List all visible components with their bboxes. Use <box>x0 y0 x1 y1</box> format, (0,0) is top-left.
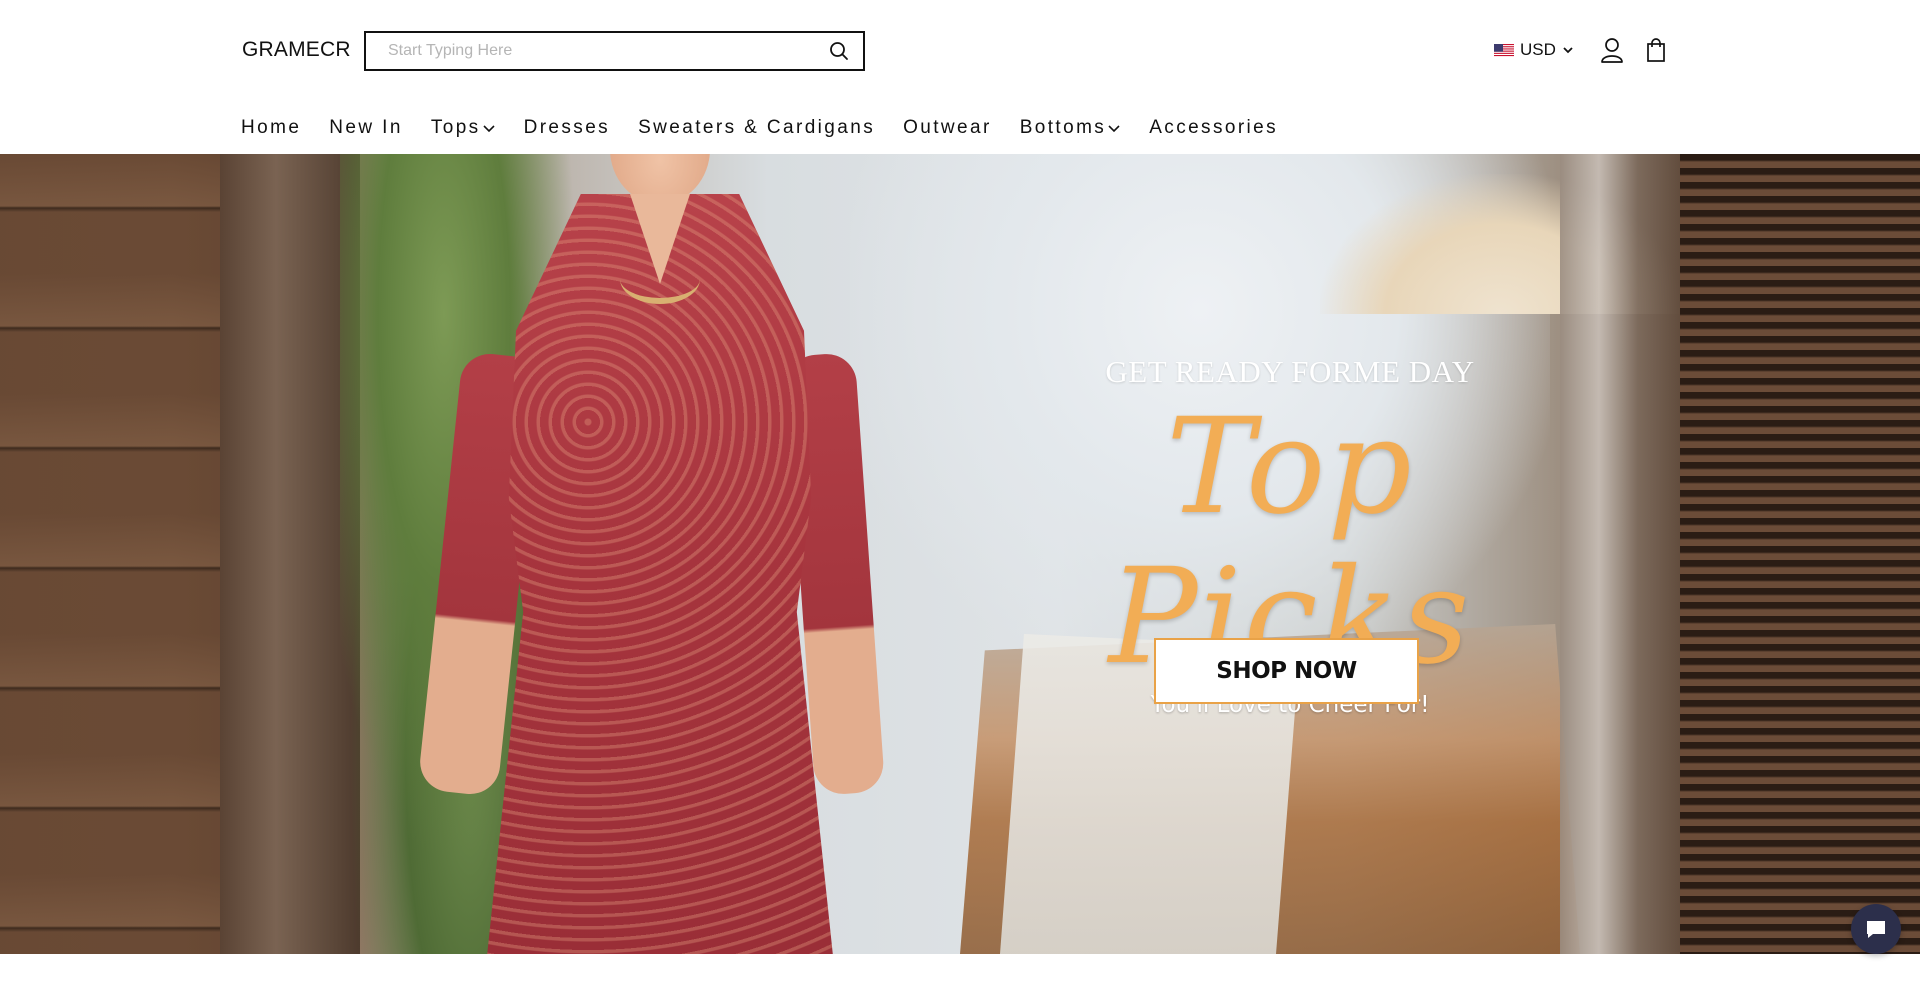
nav-item-outwear[interactable]: Outwear <box>903 117 992 139</box>
hero-background-wood <box>0 154 230 954</box>
site-header: GRAMECR USD <box>0 0 1920 100</box>
search-icon <box>830 42 848 60</box>
nav-item-sweaters-cardigans[interactable]: Sweaters & Cardigans <box>638 117 875 139</box>
nav-item-bottoms[interactable]: Bottoms <box>1020 117 1122 139</box>
chevron-down-icon <box>483 125 495 133</box>
hero-eyebrow: GET READY FORME DAY <box>1105 354 1475 389</box>
shop-now-button[interactable]: SHOP NOW <box>1154 638 1419 704</box>
hero-banner[interactable]: GET READY FORME DAY Top Picks You'll Lov… <box>0 154 1920 954</box>
nav-item-tops[interactable]: Tops <box>431 117 496 139</box>
chevron-down-icon <box>1108 125 1120 133</box>
chat-widget-button[interactable] <box>1851 904 1901 954</box>
currency-code: USD <box>1520 40 1556 59</box>
cart-button[interactable] <box>1642 36 1670 64</box>
hero-background-shutter <box>1680 154 1920 954</box>
nav-item-accessories[interactable]: Accessories <box>1149 117 1278 139</box>
main-navigation: Home New In Tops Dresses Sweaters & Card… <box>241 112 1306 144</box>
shopping-bag-icon <box>1647 38 1665 62</box>
hero-model-image <box>417 154 886 954</box>
search-bar <box>364 31 865 71</box>
search-button[interactable] <box>815 33 863 69</box>
search-input[interactable] <box>366 33 815 69</box>
nav-item-home[interactable]: Home <box>241 117 301 139</box>
currency-selector[interactable]: USD <box>1494 40 1574 60</box>
hero-background-door <box>220 154 360 954</box>
nav-item-dresses[interactable]: Dresses <box>524 117 610 139</box>
chat-bubble-icon <box>1867 921 1885 938</box>
model-dress <box>487 194 833 954</box>
nav-item-new-in[interactable]: New In <box>329 117 403 139</box>
user-icon <box>1601 38 1623 63</box>
model-necklace <box>620 254 700 304</box>
account-button[interactable] <box>1598 36 1626 64</box>
us-flag-icon <box>1494 43 1514 57</box>
site-logo[interactable]: GRAMECR <box>242 38 351 62</box>
chevron-down-icon <box>1563 47 1573 54</box>
